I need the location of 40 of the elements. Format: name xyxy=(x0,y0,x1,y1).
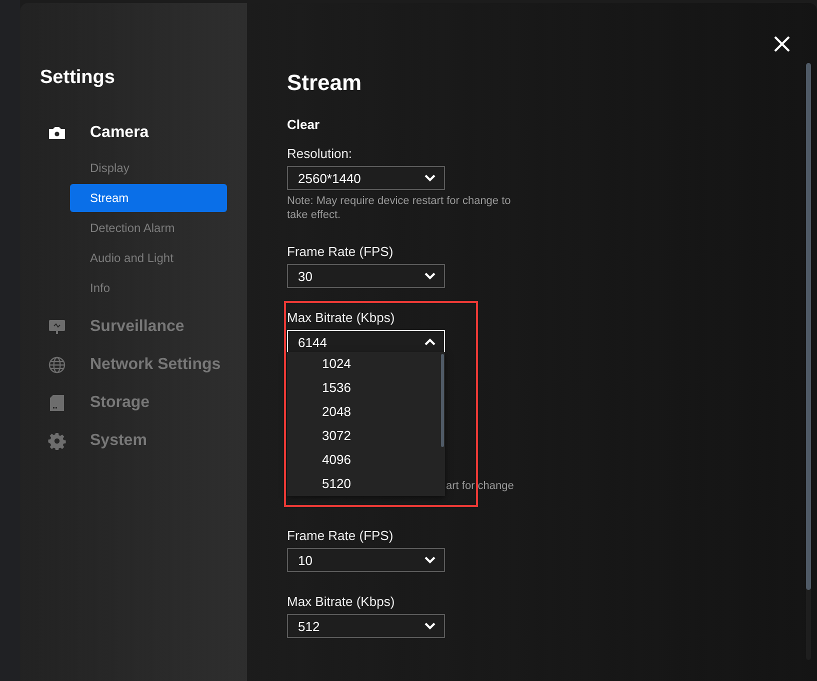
category-item[interactable]: Camera xyxy=(90,124,149,142)
chevron-down-icon xyxy=(424,556,436,564)
hint-text: Note: May require device restart for change to take effect. xyxy=(287,194,512,222)
chevron-down-icon xyxy=(424,174,436,182)
monitor-icon[interactable] xyxy=(48,318,66,336)
field-label: Frame Rate (FPS) xyxy=(287,528,394,544)
settings-icon[interactable] xyxy=(48,432,66,450)
menu-item[interactable]: Audio and Light xyxy=(70,244,227,272)
scrollbar[interactable] xyxy=(441,354,444,447)
menu-item[interactable]: Info xyxy=(70,274,227,302)
dropdown[interactable]: 6144 xyxy=(287,330,445,354)
dropdown[interactable]: 512 xyxy=(287,614,445,638)
section-heading: Clear xyxy=(287,117,321,133)
close-icon[interactable] xyxy=(773,35,791,53)
camera-icon[interactable] xyxy=(48,124,66,142)
globe-icon[interactable] xyxy=(48,356,66,374)
sd-card-icon[interactable] xyxy=(48,394,66,412)
dropdown[interactable]: 2560*1440 xyxy=(287,166,445,190)
scrollbar[interactable] xyxy=(806,63,811,660)
dropdown-option[interactable]: 4096 xyxy=(287,448,439,472)
chevron-down-icon xyxy=(424,622,436,630)
field-label: Max Bitrate (Kbps) xyxy=(287,310,395,326)
dropdown[interactable]: 10 xyxy=(287,548,445,572)
dropdown-option[interactable]: 1536 xyxy=(287,376,439,400)
dropdown-option[interactable]: 5120 xyxy=(287,472,439,496)
field-label: Frame Rate (FPS) xyxy=(287,244,394,260)
dropdown[interactable]: 30 xyxy=(287,264,445,288)
menu-item[interactable]: Stream xyxy=(70,184,227,212)
field-label: Max Bitrate (Kbps) xyxy=(287,594,395,610)
chevron-down-icon xyxy=(424,272,436,280)
dropdown-option[interactable]: 2048 xyxy=(287,400,439,424)
page-title: Stream xyxy=(287,69,362,97)
settings-title: Settings xyxy=(40,66,115,90)
hint-text: art for change xyxy=(446,479,514,493)
dropdown-option[interactable]: 3072 xyxy=(287,424,439,448)
menu-item[interactable]: Display xyxy=(70,154,227,182)
menu-item[interactable]: Detection Alarm xyxy=(70,214,227,242)
field-label: Resolution: xyxy=(287,146,352,162)
chevron-up-icon xyxy=(424,338,436,346)
dropdown-option[interactable]: 1024 xyxy=(287,352,439,376)
